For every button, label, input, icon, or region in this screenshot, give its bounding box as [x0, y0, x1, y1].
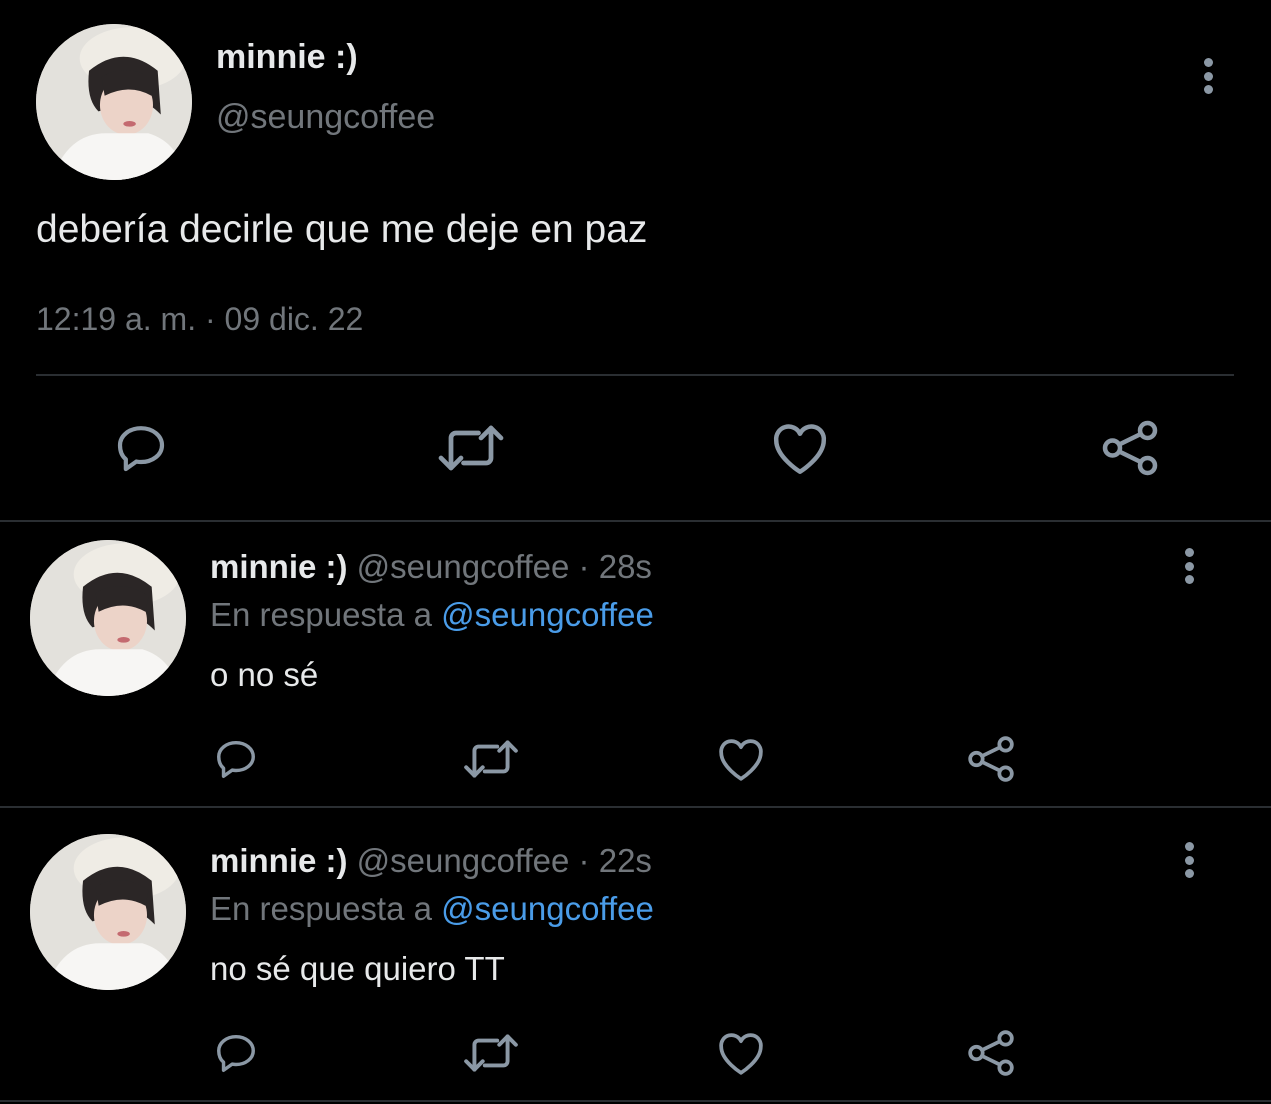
divider [0, 520, 1271, 522]
main-avatar[interactable] [36, 24, 192, 180]
retweet-icon[interactable] [462, 736, 520, 782]
reply-more-icon[interactable] [1183, 548, 1195, 584]
reply-header: minnie :) @seungcoffee · 28s [210, 548, 652, 586]
reply-header: minnie :) @seungcoffee · 22s [210, 842, 652, 880]
like-icon[interactable] [716, 1030, 766, 1076]
reply-text: o no sé [210, 656, 319, 693]
reply-icon[interactable] [212, 1030, 260, 1076]
reply-display-name[interactable]: minnie :) [210, 842, 348, 879]
share-icon[interactable] [1100, 420, 1160, 476]
reply-prefix: En respuesta a [210, 596, 432, 633]
reply-display-name[interactable]: minnie :) [210, 548, 348, 585]
reply-context: En respuesta a @seungcoffee [210, 890, 654, 928]
main-handle[interactable]: @seungcoffee [216, 98, 435, 137]
reply-avatar[interactable] [30, 540, 186, 696]
reply-icon[interactable] [112, 420, 170, 476]
reply-context: En respuesta a @seungcoffee [210, 596, 654, 634]
share-icon[interactable] [966, 1030, 1016, 1076]
reply-avatar[interactable] [30, 834, 186, 990]
retweet-icon[interactable] [462, 1030, 520, 1076]
reply-icon[interactable] [212, 736, 260, 782]
reply-meta: @seungcoffee · 28s [356, 548, 652, 585]
like-icon[interactable] [716, 736, 766, 782]
reply-to-link[interactable]: @seungcoffee [441, 890, 654, 927]
divider [0, 1100, 1271, 1102]
like-icon[interactable] [770, 420, 830, 476]
divider [36, 374, 1234, 376]
divider [0, 806, 1271, 808]
share-icon[interactable] [966, 736, 1016, 782]
main-timestamp: 12:19 a. m. · 09 dic. 22 [36, 301, 364, 337]
main-tweet-text: debería decirle que me deje en paz [36, 208, 648, 251]
reply-prefix: En respuesta a [210, 890, 432, 927]
reply-meta: @seungcoffee · 22s [356, 842, 652, 879]
reply-more-icon[interactable] [1183, 842, 1195, 878]
main-more-icon[interactable] [1202, 58, 1214, 94]
retweet-icon[interactable] [436, 420, 506, 476]
reply-to-link[interactable]: @seungcoffee [441, 596, 654, 633]
reply-text: no sé que quiero TT [210, 950, 505, 987]
main-display-name[interactable]: minnie :) [216, 38, 358, 77]
